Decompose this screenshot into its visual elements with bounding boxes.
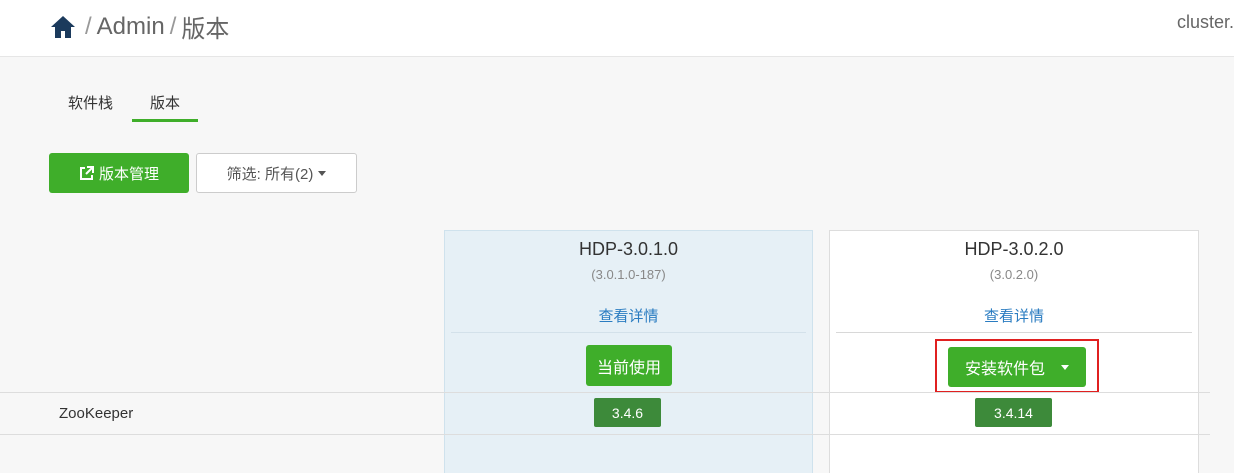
version-name: HDP-3.0.2.0 [964, 239, 1064, 259]
divider [836, 332, 1192, 333]
cluster-name[interactable]: cluster. [1177, 12, 1234, 33]
breadcrumb-separator: / [169, 12, 177, 40]
view-details-link[interactable]: 查看详情 [830, 305, 1198, 326]
version-build: (3.0.1.0-187) [591, 267, 666, 282]
version-column-current: HDP-3.0.1.0 (3.0.1.0-187) 查看详情 当前使用 [444, 230, 813, 473]
breadcrumb-admin-link[interactable]: Admin [97, 13, 165, 41]
divider [451, 332, 806, 333]
home-icon[interactable] [50, 15, 76, 39]
breadcrumb-separator: / [85, 12, 92, 40]
version-column-available: HDP-3.0.2.0 (3.0.2.0) 查看详情 安装软件包 [829, 230, 1199, 473]
current-version-button[interactable]: 当前使用 [586, 345, 672, 386]
version-name: HDP-3.0.1.0 [578, 239, 679, 259]
component-version-badge: 3.4.6 [594, 398, 661, 427]
filter-label: 筛选: 所有(2) [226, 165, 314, 183]
external-link-icon [79, 165, 94, 181]
tab-stacks[interactable]: 软件栈 [62, 92, 119, 122]
version-build: (3.0.2.0) [989, 267, 1039, 282]
breadcrumb-current: 版本 [181, 16, 230, 43]
component-name: ZooKeeper [59, 405, 134, 422]
row-divider [0, 434, 1210, 435]
install-packages-label: 安装软件包 [964, 361, 1045, 378]
tabs: 软件栈 版本 [62, 92, 211, 122]
tab-versions[interactable]: 版本 [132, 92, 199, 122]
breadcrumb: / Admin / 版本 [50, 9, 229, 44]
manage-versions-button[interactable]: 版本管理 [49, 153, 189, 193]
top-bar: / Admin / 版本 cluster. [0, 0, 1234, 57]
row-divider [0, 392, 1210, 393]
install-packages-button[interactable]: 安装软件包 [948, 347, 1086, 387]
caret-down-icon[interactable] [1061, 364, 1069, 370]
install-highlight-box: 安装软件包 [935, 339, 1099, 393]
component-version-badge: 3.4.14 [975, 398, 1052, 427]
view-details-link[interactable]: 查看详情 [445, 305, 812, 326]
caret-down-icon [318, 170, 327, 176]
manage-versions-label: 版本管理 [98, 165, 159, 183]
filter-dropdown[interactable]: 筛选: 所有(2) [196, 153, 357, 193]
